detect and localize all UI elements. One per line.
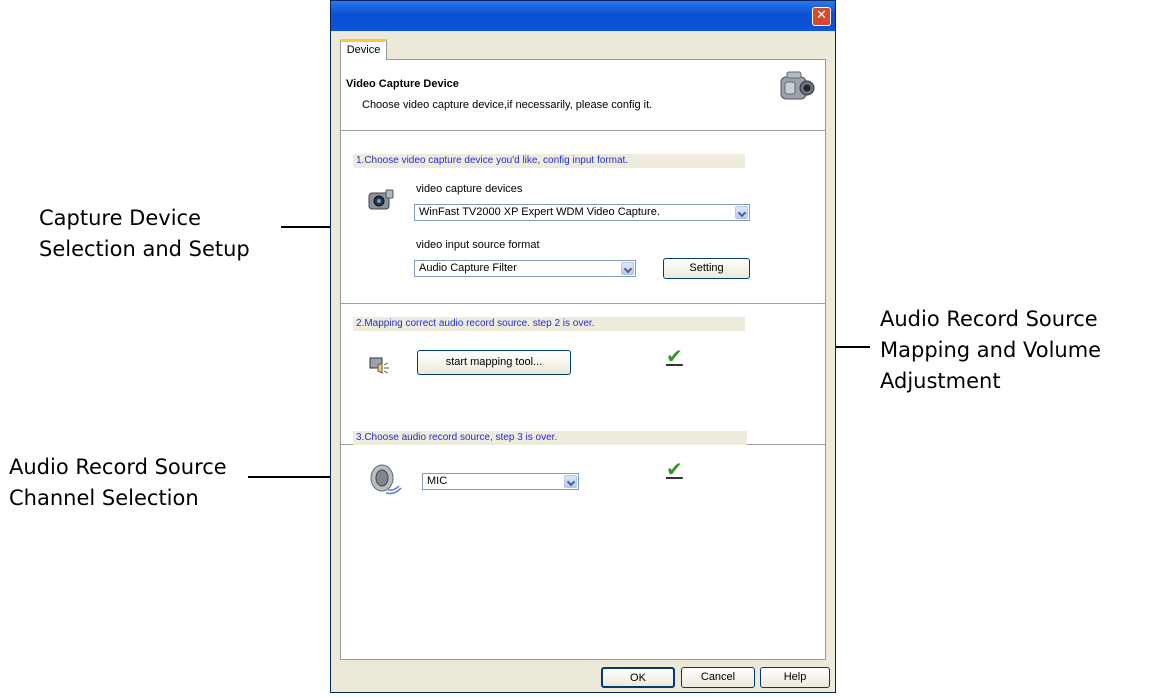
- video-device-value: WinFast TV2000 XP Expert WDM Video Captu…: [419, 206, 660, 218]
- step3-heading: 3.Choose audio record source, step 3 is …: [353, 431, 747, 445]
- callout-capture-device: Capture Device Selection and Setup: [39, 203, 250, 265]
- audio-source-value: MIC: [427, 475, 448, 487]
- check-icon: ✔: [666, 344, 683, 368]
- tab-device[interactable]: Device: [340, 39, 387, 60]
- page-title: Video Capture Device: [346, 78, 459, 90]
- callout-audio-mapping: Audio Record Source Mapping and Volume A…: [880, 304, 1101, 397]
- audio-source-select[interactable]: MIC: [422, 473, 579, 490]
- chevron-down-icon[interactable]: [564, 475, 577, 488]
- page-subtitle: Choose video capture device,if necessari…: [362, 99, 653, 111]
- setting-button[interactable]: Setting: [663, 258, 750, 279]
- device-dialog: ✕ Device Video Capture Device Choose vid…: [330, 0, 836, 693]
- audio-mapping-icon: [369, 357, 389, 374]
- video-device-select[interactable]: WinFast TV2000 XP Expert WDM Video Captu…: [414, 204, 750, 221]
- webcam-icon: [368, 189, 394, 210]
- callout-line: Capture Device: [39, 206, 201, 230]
- callout-line: Audio Record Source: [880, 307, 1098, 331]
- speaker-icon: [370, 464, 402, 495]
- step1-heading: 1.Choose video capture device you'd like…: [353, 154, 745, 168]
- cancel-button[interactable]: Cancel: [681, 667, 755, 688]
- format-label: video input source format: [416, 239, 540, 251]
- callout-line: Channel Selection: [9, 486, 199, 510]
- devices-label: video capture devices: [416, 183, 523, 195]
- callout-line: Audio Record Source: [9, 455, 227, 479]
- callout-channel-selection: Audio Record Source Channel Selection: [9, 452, 227, 514]
- check-icon: ✔: [666, 457, 683, 481]
- callout-line: Mapping and Volume: [880, 338, 1102, 362]
- callout-line: Adjustment: [880, 369, 1001, 393]
- device-panel: Video Capture Device Choose video captur…: [340, 59, 826, 660]
- step2-heading: 2.Mapping correct audio record source. s…: [353, 317, 745, 331]
- chevron-down-icon[interactable]: [735, 206, 748, 219]
- help-button[interactable]: Help: [760, 667, 830, 688]
- close-icon[interactable]: ✕: [812, 7, 831, 26]
- ok-button[interactable]: OK: [601, 667, 675, 688]
- input-format-select[interactable]: Audio Capture Filter: [414, 260, 636, 277]
- callout-line: Selection and Setup: [39, 237, 250, 261]
- camcorder-icon: [780, 71, 815, 100]
- divider: [341, 130, 825, 132]
- input-format-value: Audio Capture Filter: [419, 262, 517, 274]
- chevron-down-icon[interactable]: [621, 262, 634, 275]
- divider: [341, 303, 825, 305]
- start-mapping-button[interactable]: start mapping tool...: [417, 350, 571, 375]
- title-bar: ✕: [331, 1, 835, 31]
